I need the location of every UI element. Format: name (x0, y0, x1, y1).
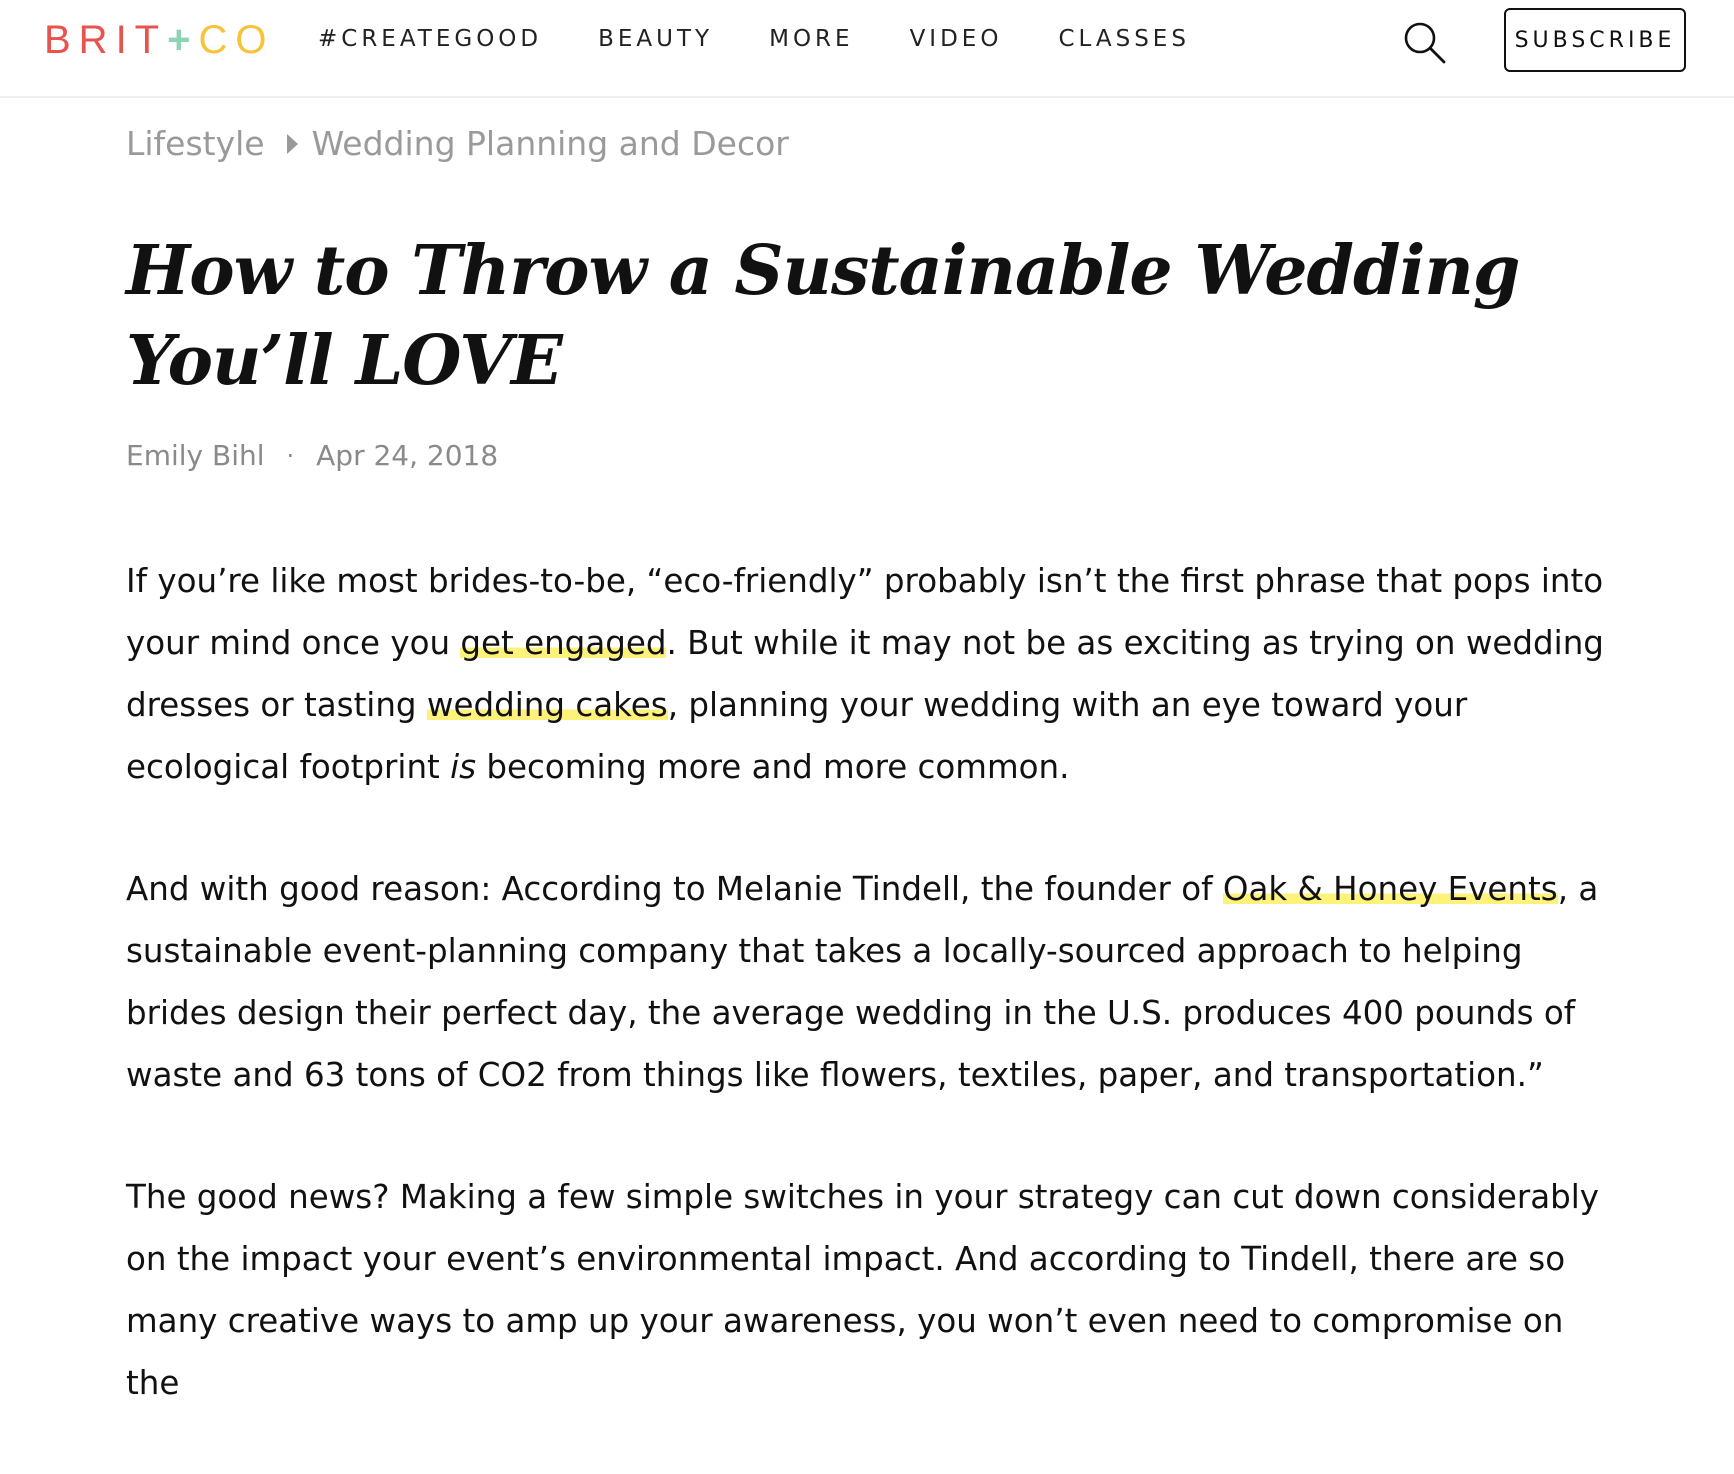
main-nav: #CREATEGOOD BEAUTY MORE VIDEO CLASSES (318, 24, 1246, 54)
link-get-engaged[interactable]: get engaged (460, 624, 667, 662)
byline-separator: · (286, 442, 295, 470)
breadcrumb-lifestyle[interactable]: Lifestyle (126, 118, 265, 170)
paragraph-3: The good news? Making a few simple switc… (126, 1166, 1616, 1414)
subscribe-button[interactable]: SUBSCRIBE (1504, 8, 1686, 72)
publish-date: Apr 24, 2018 (316, 439, 499, 472)
paragraph-text: The good news? Making a few simple switc… (126, 1178, 1600, 1402)
paragraph-2: And with good reason: According to Melan… (126, 858, 1616, 1106)
chevron-right-icon (286, 134, 298, 154)
breadcrumb-wedding-planning[interactable]: Wedding Planning and Decor (312, 118, 789, 170)
emphasis-is: is (450, 748, 477, 786)
nav-item-classes[interactable]: CLASSES (1058, 24, 1189, 54)
link-oak-honey-events[interactable]: Oak & Honey Events (1222, 870, 1558, 908)
nav-item-beauty[interactable]: BEAUTY (598, 24, 713, 54)
search-icon[interactable] (1402, 20, 1448, 66)
paragraph-1: If you’re like most brides-to-be, “eco-f… (126, 550, 1616, 798)
breadcrumb: Lifestyle Wedding Planning and Decor (126, 118, 789, 170)
nav-item-creategood[interactable]: #CREATEGOOD (318, 24, 542, 54)
logo-brit: BRIT (44, 18, 168, 62)
byline: Emily Bihl · Apr 24, 2018 (126, 432, 498, 480)
article-title: How to Throw a Sustainable Wedding You’l… (126, 231, 1520, 401)
logo-plus: + (167, 18, 199, 62)
brit-co-logo[interactable]: BRIT+CO (44, 16, 274, 64)
nav-item-more[interactable]: MORE (769, 24, 853, 54)
link-wedding-cakes[interactable]: wedding cakes (426, 686, 668, 724)
paragraph-text: becoming more and more common. (476, 748, 1070, 786)
article-body: If you’re like most brides-to-be, “eco-f… (126, 550, 1616, 1474)
site-header: BRIT+CO #CREATEGOOD BEAUTY MORE VIDEO CL… (0, 0, 1734, 98)
author-name[interactable]: Emily Bihl (126, 432, 265, 480)
paragraph-text: And with good reason: According to Melan… (126, 870, 1223, 908)
logo-co: CO (198, 18, 275, 62)
nav-item-video[interactable]: VIDEO (910, 24, 1003, 54)
